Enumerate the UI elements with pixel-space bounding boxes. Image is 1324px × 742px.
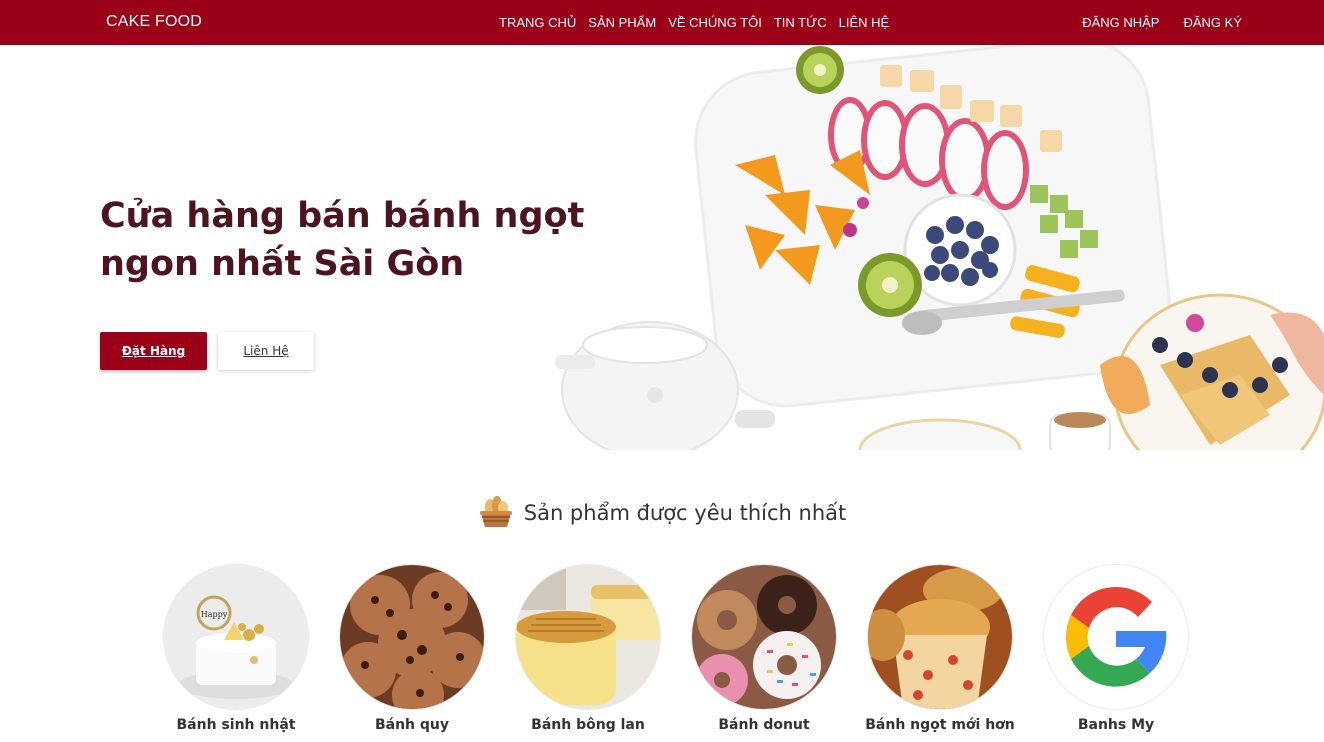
section-header: Sản phẩm được yêu thích nhất [0,495,1324,536]
product-card[interactable]: Banhs My [1028,565,1204,733]
product-image[interactable] [340,565,484,709]
donut-icon [692,565,836,709]
product-card[interactable]: Happy Bánh sinh nhật [148,565,324,733]
product-card[interactable]: Bánh bông lan [500,565,676,733]
muffin-icon [868,565,1012,709]
product-card[interactable]: Bánh quy [324,565,500,733]
hero-image [520,45,1324,450]
product-name[interactable]: Bánh bông lan [500,717,676,733]
nav-link-contact[interactable]: LIÊN HỆ [839,15,890,30]
sponge-cake-icon [516,565,660,709]
contact-button[interactable]: Liên Hệ [218,332,314,370]
product-image[interactable]: Happy [164,565,308,709]
auth-links: ĐĂNG NHẬP ĐĂNG KÝ [1082,15,1242,30]
section-title: Sản phẩm được yêu thích nhất [523,501,847,525]
register-link[interactable]: ĐĂNG KÝ [1183,15,1242,30]
order-button[interactable]: Đặt Hàng [100,332,207,370]
product-name[interactable]: Bánh quy [324,717,500,733]
product-image[interactable] [516,565,660,709]
login-link[interactable]: ĐĂNG NHẬP [1082,15,1159,30]
bread-basket-icon [479,496,512,527]
product-image[interactable] [692,565,836,709]
hero-title-line-1: Cửa hàng bán bánh ngọt [100,196,585,236]
hero-banner: Cửa hàng bán bánh ngọt ngon nhất Sài Gòn… [0,45,1324,450]
brand-logo[interactable]: CAKE FOOD [106,13,202,31]
nav-link-products[interactable]: SẢN PHẨM [588,15,656,30]
product-card[interactable]: Bánh ngọt mới hơn [852,565,1028,733]
product-card[interactable]: Bánh donut [676,565,852,733]
google-logo-icon [1044,565,1188,709]
hero-title: Cửa hàng bán bánh ngọt ngon nhất Sài Gòn [100,192,620,288]
svg-text:Happy: Happy [201,610,228,619]
nav-link-home[interactable]: TRANG CHỦ [499,15,576,30]
hero-title-line-2: ngon nhất Sài Gòn [100,244,465,284]
product-image[interactable] [1044,565,1188,709]
cookies-icon [340,565,484,709]
birthday-cake-icon: Happy [164,565,308,709]
product-name[interactable]: Bánh ngọt mới hơn [852,717,1028,733]
nav-link-about[interactable]: VỀ CHÚNG TÔI [668,15,762,30]
product-name[interactable]: Bánh donut [676,717,852,733]
nav-link-news[interactable]: TIN TỨC [774,15,827,30]
product-name[interactable]: Bánh sinh nhật [148,717,324,733]
main-nav: TRANG CHỦ SẢN PHẨM VỀ CHÚNG TÔI TIN TỨC … [499,15,889,30]
product-image[interactable] [868,565,1012,709]
navbar: CAKE FOOD TRANG CHỦ SẢN PHẨM VỀ CHÚNG TÔ… [0,0,1324,45]
product-name[interactable]: Banhs My [1028,717,1204,733]
